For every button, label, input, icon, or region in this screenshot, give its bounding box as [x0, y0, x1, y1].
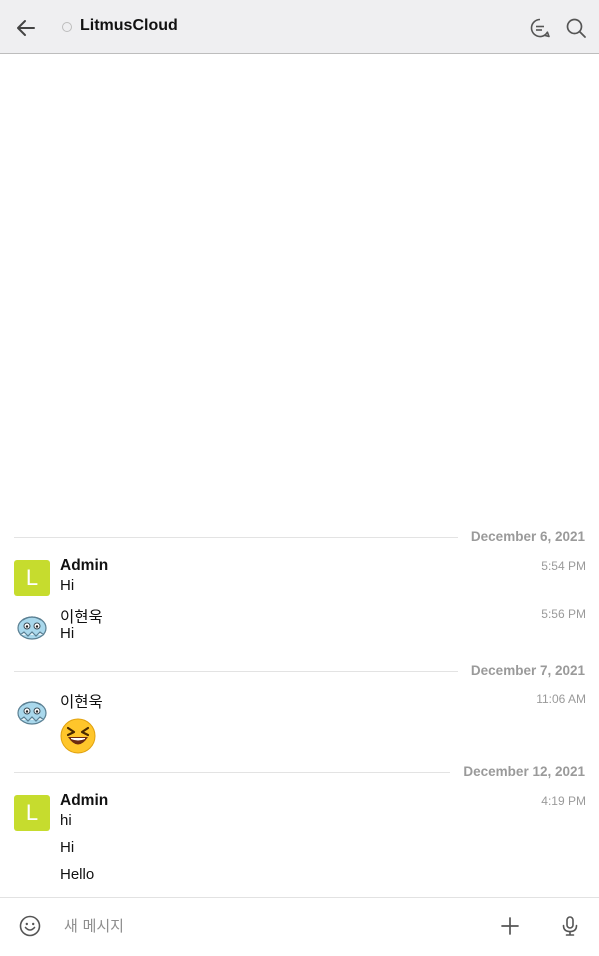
avatar[interactable]	[14, 608, 50, 644]
laughing-face-emoji-icon	[60, 718, 96, 754]
sender-name: 이현욱	[60, 694, 103, 711]
message-item[interactable]: 이현욱 5:56 PM Hi	[0, 605, 599, 647]
date-label: December 12, 2021	[463, 764, 585, 779]
message-time: 4:19 PM	[541, 794, 586, 808]
separator-line	[14, 772, 450, 773]
date-separator: December 12, 2021	[0, 763, 599, 783]
plus-icon[interactable]	[498, 914, 522, 938]
sender-name: 이현욱	[60, 609, 103, 626]
message-item[interactable]: L Admin 5:54 PM Hi	[0, 557, 599, 599]
message-time: 5:54 PM	[541, 559, 586, 573]
sender-name: Admin	[60, 792, 109, 809]
date-label: December 6, 2021	[470, 529, 585, 544]
message-text: Hi	[60, 577, 75, 594]
avatar[interactable]: L	[14, 795, 50, 831]
presence-status-icon	[62, 22, 72, 32]
message-text: hi	[60, 812, 72, 829]
smiley-icon[interactable]	[18, 914, 42, 938]
date-label: December 7, 2021	[470, 663, 585, 678]
message-time: 11:06 AM	[536, 692, 586, 706]
message-item[interactable]: L Admin 4:19 PM hi Hi Hello	[0, 792, 599, 892]
message-text: Hi	[60, 839, 75, 856]
chat-screen: LitmusCloud December 6, 2021 L Admin 5:5…	[0, 0, 599, 956]
back-arrow-icon[interactable]	[12, 14, 40, 42]
message-composer: 새 메시지	[0, 897, 599, 956]
separator-line	[14, 671, 458, 672]
date-separator: December 7, 2021	[0, 662, 599, 682]
message-text: Hello	[60, 866, 95, 883]
chat-bubble-icon[interactable]	[527, 15, 553, 41]
top-app-bar: LitmusCloud	[0, 0, 599, 54]
date-separator: December 6, 2021	[0, 528, 599, 548]
sender-name: Admin	[60, 557, 109, 574]
message-input[interactable]: 새 메시지	[64, 915, 124, 936]
separator-line	[14, 537, 458, 538]
avatar[interactable]	[14, 693, 50, 729]
message-list[interactable]: December 6, 2021 L Admin 5:54 PM Hi 이현욱 …	[0, 55, 599, 897]
message-item[interactable]: 이현욱 11:06 AM	[0, 690, 599, 754]
avatar[interactable]: L	[14, 560, 50, 596]
message-text: Hi	[60, 625, 75, 642]
microphone-icon[interactable]	[558, 914, 582, 938]
chat-title: LitmusCloud	[80, 17, 178, 34]
search-icon[interactable]	[563, 15, 589, 41]
message-time: 5:56 PM	[541, 607, 586, 621]
